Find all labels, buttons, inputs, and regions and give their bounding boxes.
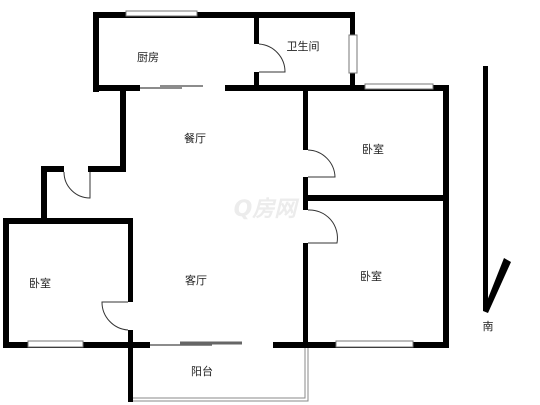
room-label-kitchen: 厨房	[137, 51, 159, 64]
room-label-bedroom-bottom-right: 卧室	[360, 269, 382, 283]
floor-plan: Q房网 厨房 卫生间 餐厅 卧室 卧室 卧室 客厅 阳台 南	[3, 10, 511, 402]
sliding-doors	[140, 85, 242, 346]
room-label-living: 客厅	[185, 273, 207, 287]
room-label-bathroom: 卫生间	[287, 39, 320, 53]
room-label-bedroom-left: 卧室	[29, 276, 51, 290]
watermark: Q房网	[234, 197, 300, 222]
balcony-railing	[133, 348, 309, 402]
windows	[27, 10, 434, 348]
room-label-bedroom-top-right: 卧室	[362, 142, 384, 156]
room-label-balcony: 阳台	[191, 364, 213, 378]
compass-label-south: 南	[483, 320, 494, 333]
room-label-dining: 餐厅	[184, 131, 206, 145]
